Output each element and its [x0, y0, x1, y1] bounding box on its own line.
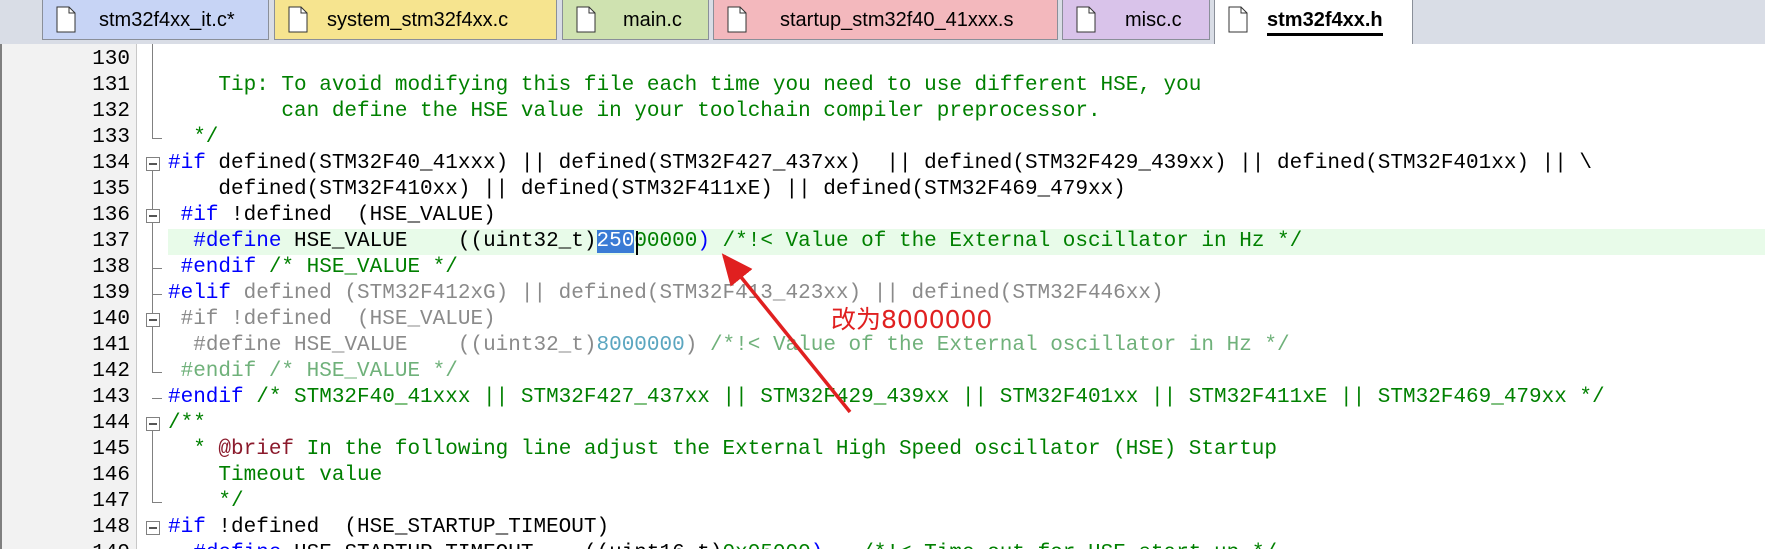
annotation-label: 改为8000000: [831, 305, 993, 334]
red-arrow: [721, 253, 852, 414]
